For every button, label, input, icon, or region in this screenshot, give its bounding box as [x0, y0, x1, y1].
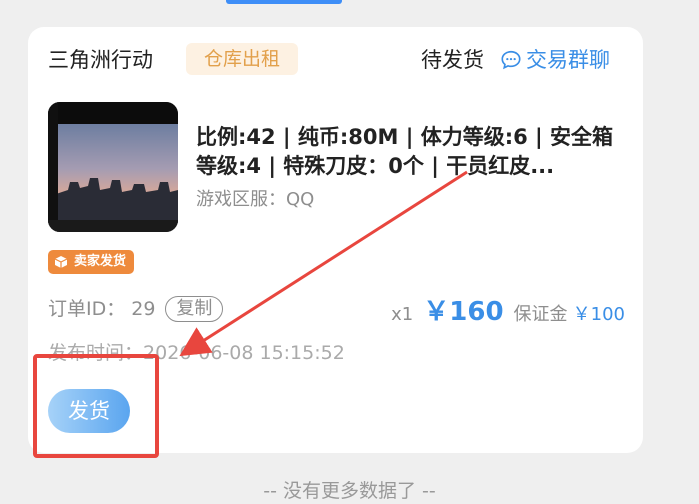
chat-bubble-icon — [501, 50, 521, 70]
order-type-tag: 仓库出租 — [186, 43, 299, 75]
price-row: x1 ￥160 保证金 ￥100 — [391, 291, 625, 328]
server-value: QQ — [286, 189, 315, 210]
deposit: 保证金 ￥100 — [514, 300, 625, 326]
publish-time: 发布时间：2026-06-08 15:15:52 — [48, 340, 345, 366]
deposit-value: ￥100 — [572, 304, 625, 325]
product-thumbnail[interactable] — [48, 102, 178, 232]
publish-time-value: 2026-06-08 15:15:52 — [143, 342, 345, 364]
chat-link-label: 交易群聊 — [526, 48, 610, 72]
game-name: 三角洲行动 — [48, 48, 153, 72]
sunset-city-image — [48, 102, 178, 232]
server-label: 游戏区服： — [196, 189, 286, 210]
order-status: 待发货 — [421, 48, 484, 72]
seller-ship-badge: 卖家发货 — [48, 250, 135, 274]
game-server: 游戏区服：QQ — [196, 188, 314, 212]
copy-button[interactable]: 复制 — [165, 296, 224, 322]
seller-badge-label: 卖家发货 — [74, 254, 127, 269]
no-more-data: -- 没有更多数据了 -- — [263, 480, 436, 502]
product-title: 比例:42 | 纯币:80M | 体力等级:6 | 安全箱等级:4 | 特殊刀皮… — [196, 125, 614, 178]
order-card[interactable]: 三角洲行动 仓库出租 待发货 交易群聊 比例:42 | 纯币:80M | 体力等… — [28, 27, 643, 453]
quantity: x1 — [391, 304, 414, 325]
order-id-value: 29 — [131, 298, 156, 320]
top-tab-indicator — [226, 0, 342, 4]
publish-time-label: 发布时间： — [48, 342, 144, 364]
order-id-row: 订单ID： 29 复制 — [48, 295, 224, 323]
deposit-label: 保证金 — [513, 304, 568, 325]
price: ￥160 — [423, 297, 504, 327]
ship-button[interactable]: 发货 — [48, 389, 130, 433]
trade-group-chat-link[interactable]: 交易群聊 — [500, 46, 610, 74]
order-id-label: 订单ID： — [48, 298, 126, 320]
box-icon — [54, 256, 68, 268]
